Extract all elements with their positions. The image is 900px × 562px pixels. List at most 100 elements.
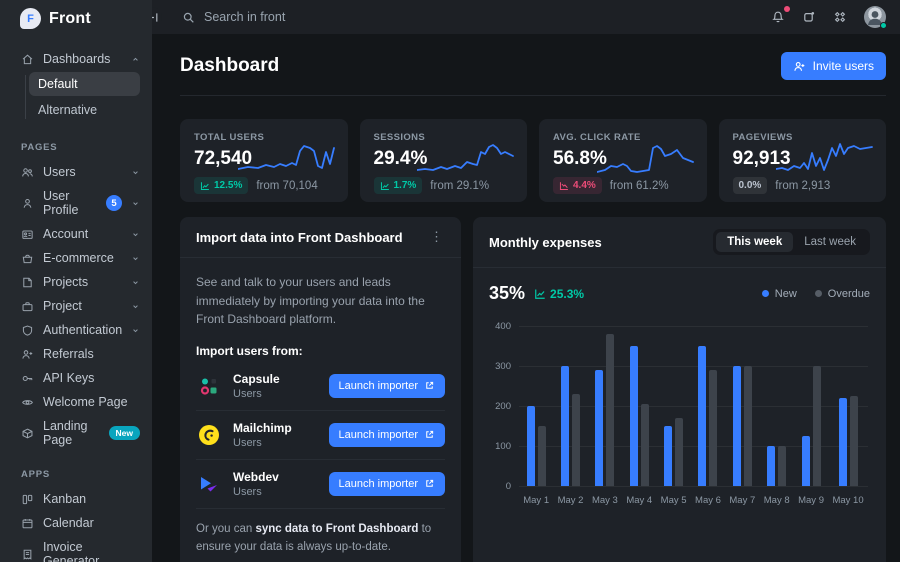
users-icon <box>21 166 34 179</box>
bar-overdue <box>641 404 649 486</box>
stat-card: TOTAL USERS72,54012.5%from 70,104 <box>180 119 348 202</box>
legend-dot <box>815 290 822 297</box>
bar-group: May 6 <box>695 326 721 506</box>
sidebar-item-label: Users <box>43 165 76 179</box>
chevron-up-icon <box>131 55 140 64</box>
bar-new <box>839 398 847 486</box>
new-badge: New <box>109 426 140 440</box>
search-icon <box>182 11 195 24</box>
invite-users-button[interactable]: Invite users <box>781 52 886 80</box>
mailchimp-logo <box>197 423 221 447</box>
import-footer: Or you can sync data to Front Dashboard … <box>196 509 445 557</box>
external-link-icon <box>424 478 435 489</box>
content-row: Import data into Front Dashboard ⋮ See a… <box>180 217 886 562</box>
sidebar-item-api-keys[interactable]: API Keys <box>0 366 152 390</box>
launch-importer-button[interactable]: Launch importer <box>329 472 446 496</box>
x-axis-label: May 5 <box>661 495 687 506</box>
sidebar-item-welcome-page[interactable]: Welcome Page <box>0 390 152 414</box>
sidebar-section-heading: APPS <box>0 452 152 487</box>
y-axis-tick: 400 <box>489 321 511 332</box>
x-axis-label: May 2 <box>558 495 584 506</box>
sidebar-subitem-alternative[interactable]: Alternative <box>29 98 140 122</box>
bar-overdue <box>850 396 858 486</box>
capsule-logo <box>197 374 221 398</box>
file-icon <box>21 276 34 289</box>
legend-item-new[interactable]: New <box>762 288 797 300</box>
bar-new <box>767 446 775 486</box>
stat-footer: 12.5%from 70,104 <box>194 177 334 194</box>
sidebar-item-landing-page[interactable]: Landing Page New <box>0 414 152 452</box>
notifications-button[interactable] <box>771 10 785 24</box>
home-icon <box>21 53 34 66</box>
import-subtitle: Import users from: <box>196 344 445 358</box>
launch-importer-button[interactable]: Launch importer <box>329 374 446 398</box>
sidebar-subitem-default[interactable]: Default <box>29 72 140 96</box>
sidebar-item-authentication[interactable]: Authentication <box>0 318 152 342</box>
sidebar-item-calendar[interactable]: Calendar <box>0 511 152 535</box>
launch-importer-button[interactable]: Launch importer <box>329 423 446 447</box>
sidebar-item-e-commerce[interactable]: E-commerce <box>0 246 152 270</box>
home-icon <box>21 53 34 66</box>
sidebar-item-user-profile[interactable]: User Profile5 <box>0 184 152 222</box>
person-add-icon <box>793 60 806 73</box>
receipt-icon <box>21 548 34 561</box>
sidebar-item-users[interactable]: Users <box>0 160 152 184</box>
y-axis-tick: 100 <box>489 441 511 452</box>
personplus-icon <box>21 348 34 361</box>
idcard-icon <box>21 228 34 241</box>
kebab-menu-icon[interactable]: ⋮ <box>428 229 445 245</box>
widgets-button[interactable] <box>833 10 847 24</box>
sidebar-item-invoice-generator[interactable]: Invoice Generator <box>0 535 152 562</box>
chevron-down-icon <box>131 168 140 177</box>
chevron-down-icon <box>131 278 140 287</box>
toggle-this-week[interactable]: This week <box>716 232 793 252</box>
sidebar-nav: DashboardsDefaultAlternativePAGESUsersUs… <box>0 41 152 562</box>
key-icon <box>21 372 34 385</box>
bar-group: May 3 <box>592 326 618 506</box>
integration-type: Users <box>233 437 292 449</box>
external-link-icon <box>424 429 435 440</box>
sidebar-item-label: Authentication <box>43 323 122 337</box>
integration-name: Webdev <box>233 470 279 484</box>
sidebar-item-dashboards[interactable]: Dashboards <box>0 47 152 71</box>
chevron-down-icon <box>131 230 140 239</box>
eye-icon <box>21 396 34 409</box>
chevron-down-icon <box>131 254 140 263</box>
dashboards-submenu: DefaultAlternative <box>0 72 152 122</box>
brand-logo[interactable]: F Front <box>0 0 152 41</box>
bell-icon <box>771 10 785 24</box>
import-card-body: See and talk to your users and leads imm… <box>180 258 461 562</box>
sidebar-item-label: Account <box>43 227 88 241</box>
bar-group: May 4 <box>626 326 652 506</box>
page-title: Dashboard <box>180 55 279 77</box>
apps-button[interactable] <box>802 10 816 24</box>
bar-new <box>561 366 569 486</box>
sidebar-item-project[interactable]: Project <box>0 294 152 318</box>
week-toggle: This weekLast week <box>713 229 870 255</box>
kanban-icon <box>21 493 34 506</box>
expenses-card-header: Monthly expenses This weekLast week <box>473 217 886 268</box>
bar-group: May 7 <box>729 326 755 506</box>
integration-type: Users <box>233 486 279 498</box>
basket-icon <box>21 252 34 265</box>
widgets-icon <box>833 10 847 24</box>
file-icon <box>21 276 34 289</box>
briefcase-icon <box>21 300 34 313</box>
calendar-icon <box>21 517 34 530</box>
sidebar-item-referrals[interactable]: Referrals <box>0 342 152 366</box>
chevron-down-icon <box>131 278 140 287</box>
search-input[interactable] <box>204 10 424 24</box>
sidebar-item-projects[interactable]: Projects <box>0 270 152 294</box>
change-badge: 12.5% <box>194 177 248 194</box>
person-icon <box>21 197 34 210</box>
chart-up-icon <box>380 181 390 191</box>
chart-up-icon <box>534 288 546 300</box>
briefcase-icon <box>21 300 34 313</box>
sidebar-item-account[interactable]: Account <box>0 222 152 246</box>
user-avatar[interactable] <box>864 6 886 28</box>
bar-new <box>664 426 672 486</box>
sidebar-item-label: Landing Page <box>43 419 95 447</box>
sidebar-item-kanban[interactable]: Kanban <box>0 487 152 511</box>
legend-item-overdue[interactable]: Overdue <box>815 288 870 300</box>
toggle-last-week[interactable]: Last week <box>793 232 867 252</box>
